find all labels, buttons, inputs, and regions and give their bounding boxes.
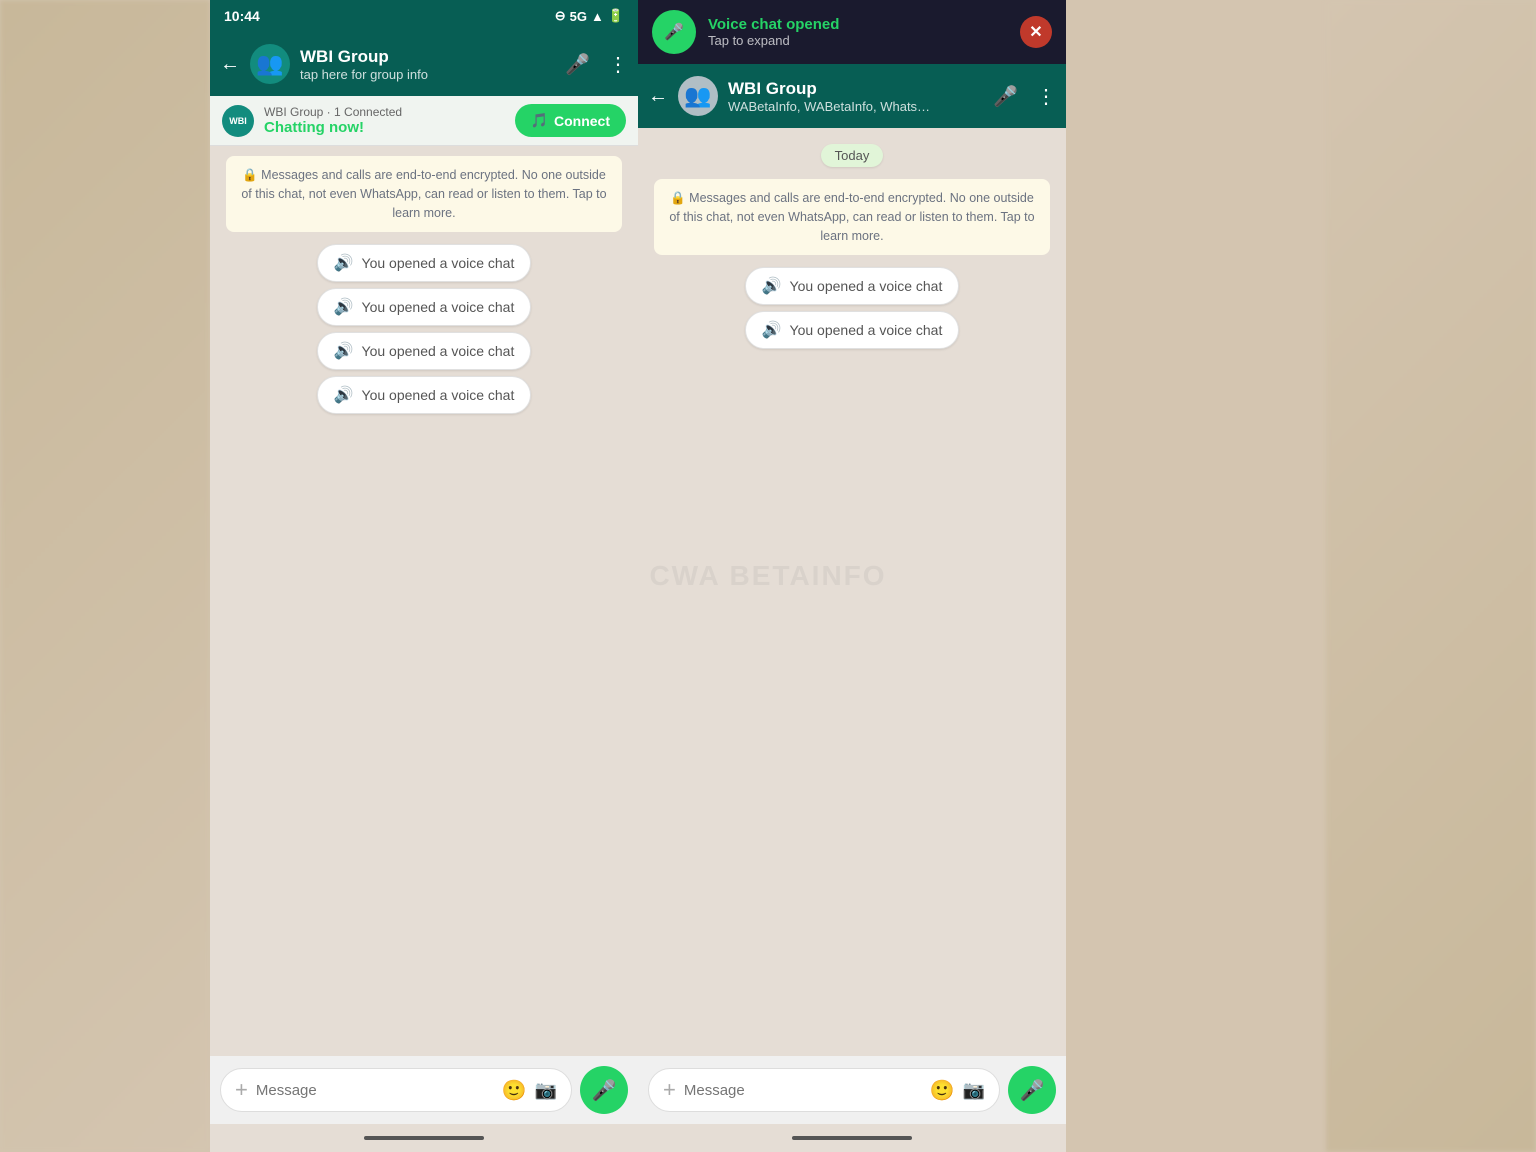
connect-label: Connect bbox=[554, 113, 610, 129]
banner-group-name: WBI Group · 1 Connected bbox=[264, 105, 505, 119]
voice-chat-text-4: You opened a voice chat bbox=[362, 387, 515, 403]
more-options-icon-right[interactable]: ⋮ bbox=[1036, 84, 1056, 109]
today-label: Today bbox=[821, 144, 884, 167]
message-input-wrap-left[interactable]: + 🙂 📷 bbox=[220, 1068, 572, 1112]
mic-notification-btn[interactable]: 🎤 bbox=[652, 10, 696, 54]
header-icons-right: 🎤 ⋮ bbox=[993, 84, 1056, 109]
group-avatar-icon-right: 👥 bbox=[684, 83, 711, 109]
emoji-icon-left[interactable]: 🙂 bbox=[502, 1078, 527, 1103]
phone-left: 10:44 ⊖ 5G ▲ 🔋 ← 👥 WBI Group tap here fo… bbox=[210, 0, 638, 1152]
home-indicator-right bbox=[638, 1124, 1066, 1152]
encryption-notice-left[interactable]: 🔒 Messages and calls are end-to-end encr… bbox=[226, 156, 622, 232]
voice-chat-bubble-2[interactable]: 🔊 You opened a voice chat bbox=[317, 288, 532, 326]
home-bar-right bbox=[792, 1136, 912, 1140]
bg-right bbox=[1326, 0, 1536, 1152]
mic-button-left[interactable]: 🎤 bbox=[580, 1066, 628, 1114]
messages-area-left: 🔒 Messages and calls are end-to-end encr… bbox=[210, 146, 638, 1056]
camera-icon-left[interactable]: 📷 bbox=[535, 1080, 557, 1101]
phone-right: 🎤 Voice chat opened Tap to expand ✕ ← 👥 … bbox=[638, 0, 1066, 1152]
camera-icon-right[interactable]: 📷 bbox=[963, 1080, 985, 1101]
voice-chat-bubble-3[interactable]: 🔊 You opened a voice chat bbox=[317, 332, 532, 370]
connect-icon: 🎵 bbox=[531, 112, 548, 129]
back-button-right[interactable]: ← bbox=[648, 85, 668, 108]
encryption-text-left: 🔒 Messages and calls are end-to-end encr… bbox=[241, 168, 606, 220]
chat-header-left: ← 👥 WBI Group tap here for group info 🎤 … bbox=[210, 32, 638, 96]
more-options-icon-left[interactable]: ⋮ bbox=[608, 52, 628, 77]
mic-icon-right: 🎤 bbox=[1020, 1078, 1045, 1103]
waveform-icon-right[interactable]: 🎤 bbox=[993, 84, 1018, 109]
network-5g-left: 5G bbox=[570, 9, 587, 24]
voice-chat-bubble-1[interactable]: 🔊 You opened a voice chat bbox=[317, 244, 532, 282]
home-indicator-left bbox=[210, 1124, 638, 1152]
voice-opened-notification[interactable]: 🎤 Voice chat opened Tap to expand ✕ bbox=[638, 0, 1066, 64]
voice-chat-bubble-r2[interactable]: 🔊 You opened a voice chat bbox=[745, 311, 960, 349]
input-bar-left: + 🙂 📷 🎤 bbox=[210, 1056, 638, 1124]
voice-chat-bubble-4[interactable]: 🔊 You opened a voice chat bbox=[317, 376, 532, 414]
voice-chat-icon-r2: 🔊 bbox=[762, 320, 782, 340]
avatar-right[interactable]: 👥 bbox=[678, 76, 718, 116]
voice-banner-left: WBI WBI Group · 1 Connected Chatting now… bbox=[210, 96, 638, 146]
group-subtitle-right: WABetaInfo, WABetaInfo, Whats… bbox=[728, 99, 983, 114]
message-input-right[interactable] bbox=[684, 1082, 922, 1099]
avatar-left[interactable]: 👥 bbox=[250, 44, 290, 84]
connect-button[interactable]: 🎵 Connect bbox=[515, 104, 626, 137]
back-button-left[interactable]: ← bbox=[220, 53, 240, 76]
mic-button-right[interactable]: 🎤 bbox=[1008, 1066, 1056, 1114]
time-left: 10:44 bbox=[224, 8, 260, 24]
voice-chat-text-1: You opened a voice chat bbox=[362, 255, 515, 271]
tap-to-expand-label: Tap to expand bbox=[708, 33, 1008, 48]
message-input-wrap-right[interactable]: + 🙂 📷 bbox=[648, 1068, 1000, 1112]
battery-icon-left: 🔋 bbox=[608, 8, 624, 24]
status-icons-left: ⊖ 5G ▲ 🔋 bbox=[555, 8, 624, 24]
notification-text: Voice chat opened Tap to expand bbox=[708, 16, 1008, 48]
signal-icon-left: ▲ bbox=[591, 9, 604, 24]
do-not-disturb-icon: ⊖ bbox=[555, 8, 566, 24]
header-info-left[interactable]: WBI Group tap here for group info bbox=[300, 47, 555, 82]
close-notification-button[interactable]: ✕ bbox=[1020, 16, 1052, 48]
voice-chat-icon-2: 🔊 bbox=[334, 297, 354, 317]
bg-left bbox=[0, 0, 210, 1152]
wbi-badge-left: WBI bbox=[222, 105, 254, 137]
messages-area-right: Today 🔒 Messages and calls are end-to-en… bbox=[638, 128, 1066, 1056]
group-subtitle-left: tap here for group info bbox=[300, 67, 555, 82]
voice-chat-bubble-r1[interactable]: 🔊 You opened a voice chat bbox=[745, 267, 960, 305]
encryption-text-right: 🔒 Messages and calls are end-to-end encr… bbox=[669, 191, 1034, 243]
waveform-icon-left[interactable]: 🎤 bbox=[565, 52, 590, 77]
add-attachment-icon-left[interactable]: + bbox=[235, 1077, 248, 1103]
input-bar-right: + 🙂 📷 🎤 bbox=[638, 1056, 1066, 1124]
home-bar-left bbox=[364, 1136, 484, 1140]
voice-chat-icon-r1: 🔊 bbox=[762, 276, 782, 296]
chat-header-right: ← 👥 WBI Group WABetaInfo, WABetaInfo, Wh… bbox=[638, 64, 1066, 128]
group-name-left: WBI Group bbox=[300, 47, 555, 67]
header-icons-left: 🎤 ⋮ bbox=[565, 52, 628, 77]
encryption-notice-right[interactable]: 🔒 Messages and calls are end-to-end encr… bbox=[654, 179, 1050, 255]
voice-chat-icon-4: 🔊 bbox=[334, 385, 354, 405]
voice-chat-icon-1: 🔊 bbox=[334, 253, 354, 273]
group-name-right: WBI Group bbox=[728, 79, 983, 99]
close-x-icon: ✕ bbox=[1029, 22, 1042, 42]
status-bar-left: 10:44 ⊖ 5G ▲ 🔋 bbox=[210, 0, 638, 32]
mic-notif-icon: 🎤 bbox=[664, 22, 684, 42]
voice-chat-opened-label: Voice chat opened bbox=[708, 16, 1008, 33]
wbi-text: WBI bbox=[229, 116, 247, 126]
mic-icon-left: 🎤 bbox=[592, 1078, 617, 1103]
group-avatar-icon-left: 👥 bbox=[256, 51, 283, 77]
message-input-left[interactable] bbox=[256, 1082, 494, 1099]
emoji-icon-right[interactable]: 🙂 bbox=[930, 1078, 955, 1103]
voice-chat-icon-3: 🔊 bbox=[334, 341, 354, 361]
chatting-now-label: Chatting now! bbox=[264, 119, 505, 136]
voice-chat-text-2: You opened a voice chat bbox=[362, 299, 515, 315]
voice-chat-text-r1: You opened a voice chat bbox=[790, 278, 943, 294]
header-info-right[interactable]: WBI Group WABetaInfo, WABetaInfo, Whats… bbox=[728, 79, 983, 114]
banner-text-left: WBI Group · 1 Connected Chatting now! bbox=[264, 105, 505, 136]
voice-chat-text-r2: You opened a voice chat bbox=[790, 322, 943, 338]
voice-chat-text-3: You opened a voice chat bbox=[362, 343, 515, 359]
add-attachment-icon-right[interactable]: + bbox=[663, 1077, 676, 1103]
